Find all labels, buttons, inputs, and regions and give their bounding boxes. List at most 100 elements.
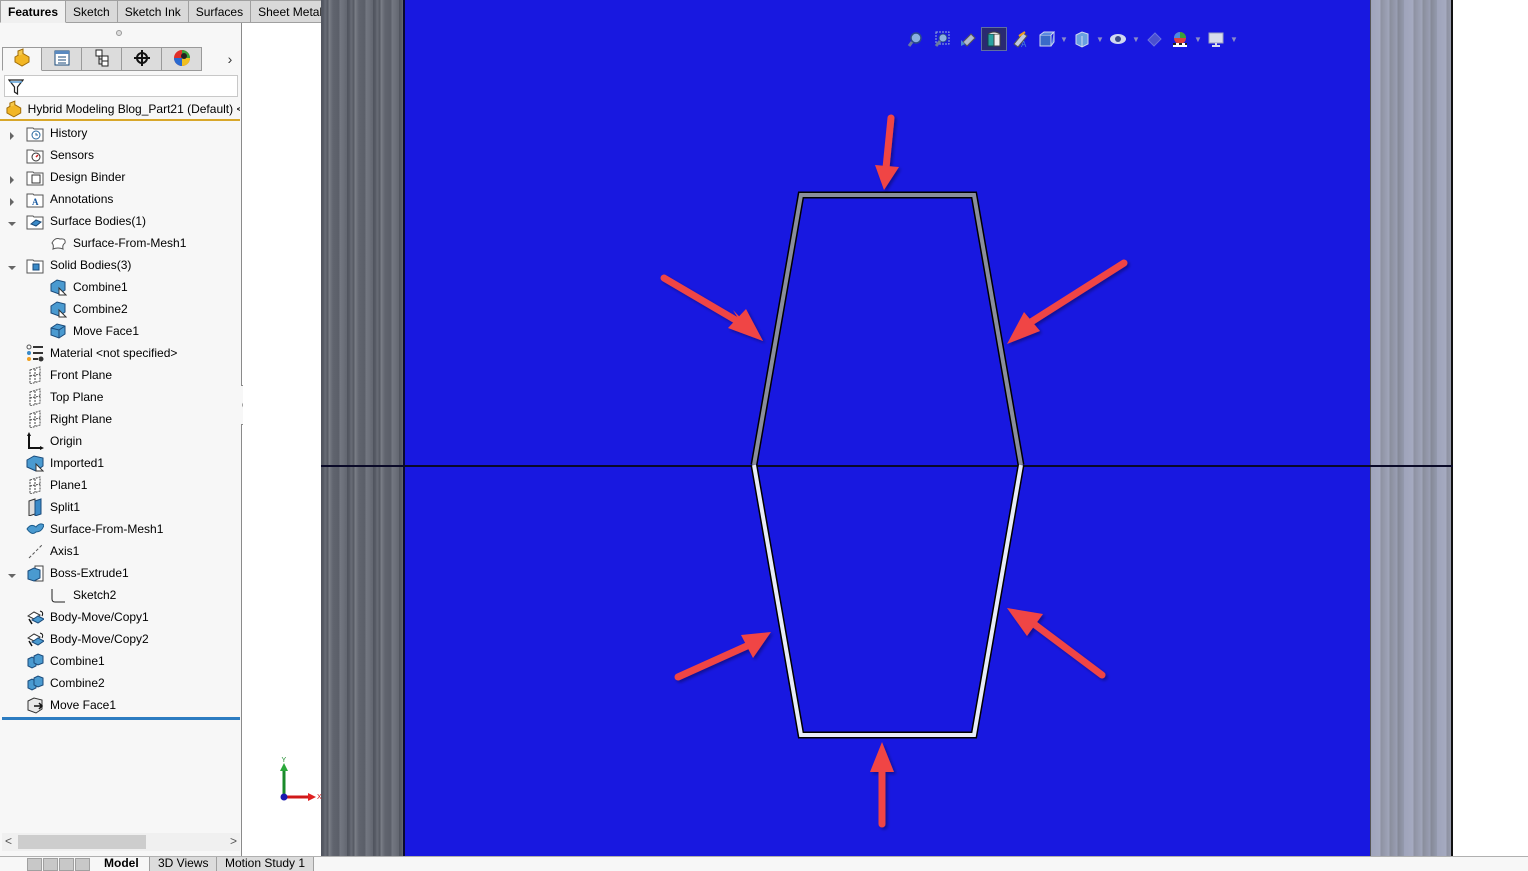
heads-up-view-toolbar: A ▼ ▼ ▼ ▼ ▼: [903, 27, 1239, 51]
tree-node[interactable]: History: [0, 122, 240, 144]
zoom-to-area-icon[interactable]: [929, 27, 955, 51]
expanded-arrow-icon[interactable]: [8, 569, 16, 578]
tree-node[interactable]: Origin: [0, 430, 240, 452]
tab-sheet-metal[interactable]: Sheet Metal: [251, 0, 331, 23]
next-tab-icon[interactable]: [59, 858, 74, 871]
configurationmanager-tab[interactable]: [82, 47, 122, 71]
solid-body-icon: [49, 322, 67, 340]
rollback-bar[interactable]: [2, 717, 240, 720]
featuremanager-tree-tab[interactable]: [2, 47, 42, 71]
tree-node-label: Imported1: [50, 456, 105, 470]
arrow-upper-left: [660, 274, 763, 341]
tree-node[interactable]: Material <not specified>: [0, 342, 240, 364]
dropdown-arrow-icon[interactable]: ▼: [1193, 27, 1203, 51]
lower-edge[interactable]: [752, 464, 1023, 737]
tree-node-label: Body-Move/Copy2: [50, 632, 149, 646]
tree-node[interactable]: Imported1: [0, 452, 240, 474]
previous-tab-icon[interactable]: [43, 858, 58, 871]
graphics-area[interactable]: [321, 0, 1453, 856]
dropdown-arrow-icon[interactable]: ▼: [1095, 27, 1105, 51]
zoom-to-fit-icon[interactable]: [903, 27, 929, 51]
more-tabs-chevron-icon[interactable]: ›: [222, 49, 238, 69]
dimxpertmanager-icon: [132, 48, 152, 71]
dropdown-arrow-icon[interactable]: ▼: [1131, 27, 1141, 51]
solid-bodies-folder-icon: [26, 256, 44, 274]
tree-node[interactable]: Sketch2: [0, 584, 240, 606]
dropdown-arrow-icon[interactable]: ▼: [1059, 27, 1069, 51]
view-orientation-icon[interactable]: [1033, 27, 1059, 51]
root-label: Hybrid Modeling Blog_Part21 (Default) <: [27, 102, 240, 116]
displaymanager-tab[interactable]: [162, 47, 202, 71]
tab-surfaces[interactable]: Surfaces: [188, 0, 252, 23]
tree-filter-field[interactable]: [4, 75, 238, 97]
tab-3d-views[interactable]: 3D Views: [149, 857, 218, 871]
tree-node[interactable]: Right Plane: [0, 408, 240, 430]
tree-node[interactable]: Split1: [0, 496, 240, 518]
tab-sketch[interactable]: Sketch: [66, 0, 118, 23]
tree-node[interactable]: Plane1: [0, 474, 240, 496]
tree-node[interactable]: Combine1: [0, 650, 240, 672]
surface-body-icon: [49, 234, 67, 252]
tree-node[interactable]: Design Binder: [0, 166, 240, 188]
tree-node[interactable]: Move Face1: [0, 694, 240, 716]
tree-node[interactable]: Combine2: [0, 298, 240, 320]
tree-node[interactable]: Combine1: [0, 276, 240, 298]
scroll-left-icon[interactable]: <: [5, 834, 12, 848]
tab-features[interactable]: Features: [0, 0, 67, 23]
tree-node-label: Front Plane: [50, 368, 113, 382]
tree-node[interactable]: Axis1: [0, 540, 240, 562]
graphics-margin: [243, 23, 321, 856]
first-tab-icon[interactable]: [27, 858, 42, 871]
upper-edge[interactable]: [752, 193, 1023, 466]
dynamic-annotation-views-icon[interactable]: A: [1007, 27, 1033, 51]
part-icon: [6, 100, 22, 118]
material-icon: [26, 344, 44, 362]
collapsed-arrow-icon[interactable]: [8, 195, 16, 206]
last-tab-icon[interactable]: [75, 858, 90, 871]
tree-node-label: Combine1: [50, 654, 105, 668]
tree-node[interactable]: Body-Move/Copy1: [0, 606, 240, 628]
scroll-right-icon[interactable]: >: [230, 834, 237, 848]
scrollbar-thumb[interactable]: [18, 835, 146, 849]
manager-tabs: [2, 47, 202, 71]
tree-node-label: Combine1: [73, 280, 128, 294]
tree-node[interactable]: Surface-From-Mesh1: [0, 232, 240, 254]
tree-node[interactable]: Combine2: [0, 672, 240, 694]
apply-scene-icon[interactable]: [1167, 27, 1193, 51]
tab-motion-study[interactable]: Motion Study 1: [216, 857, 315, 871]
display-style-icon[interactable]: [1069, 27, 1095, 51]
tree-node[interactable]: Boss-Extrude1: [0, 562, 240, 584]
tree-node[interactable]: Surface Bodies(1): [0, 210, 240, 232]
tree-horizontal-scrollbar[interactable]: < >: [2, 833, 240, 851]
arrow-lower-left: [674, 632, 771, 681]
view-settings-icon[interactable]: [1203, 27, 1229, 51]
edit-appearance-icon[interactable]: [1141, 27, 1167, 51]
dropdown-arrow-icon[interactable]: ▼: [1229, 27, 1239, 51]
section-view-icon[interactable]: [981, 27, 1007, 51]
tree-node[interactable]: Move Face1: [0, 320, 240, 342]
solidworks-window: Features Sketch Sketch Ink Surfaces Sheet Me…: [0, 0, 1528, 871]
solid-body-imported-icon: [49, 300, 68, 318]
propertymanager-tab[interactable]: [42, 47, 82, 71]
tree-root-part[interactable]: Hybrid Modeling Blog_Part21 (Default) <: [0, 99, 240, 121]
tree-node[interactable]: Sensors: [0, 144, 240, 166]
panel-grip[interactable]: [116, 30, 122, 36]
dimxpertmanager-tab[interactable]: [122, 47, 162, 71]
collapsed-arrow-icon[interactable]: [8, 129, 16, 140]
move-face-icon: [26, 696, 44, 714]
tree-node[interactable]: Front Plane: [0, 364, 240, 386]
displaymanager-icon: [172, 48, 192, 71]
expanded-arrow-icon[interactable]: [8, 217, 16, 226]
tree-node[interactable]: Surface-From-Mesh1: [0, 518, 240, 540]
expanded-arrow-icon[interactable]: [8, 261, 16, 270]
tab-model[interactable]: Model: [96, 857, 147, 871]
tab-sketch-ink[interactable]: Sketch Ink: [117, 0, 189, 23]
previous-view-icon[interactable]: [955, 27, 981, 51]
plane-icon: [26, 388, 44, 407]
tree-node[interactable]: A Annotations: [0, 188, 240, 210]
collapsed-arrow-icon[interactable]: [8, 173, 16, 184]
tree-node[interactable]: Body-Move/Copy2: [0, 628, 240, 650]
hide-show-items-icon[interactable]: [1105, 27, 1131, 51]
tree-node[interactable]: Top Plane: [0, 386, 240, 408]
tree-node[interactable]: Solid Bodies(3): [0, 254, 240, 276]
